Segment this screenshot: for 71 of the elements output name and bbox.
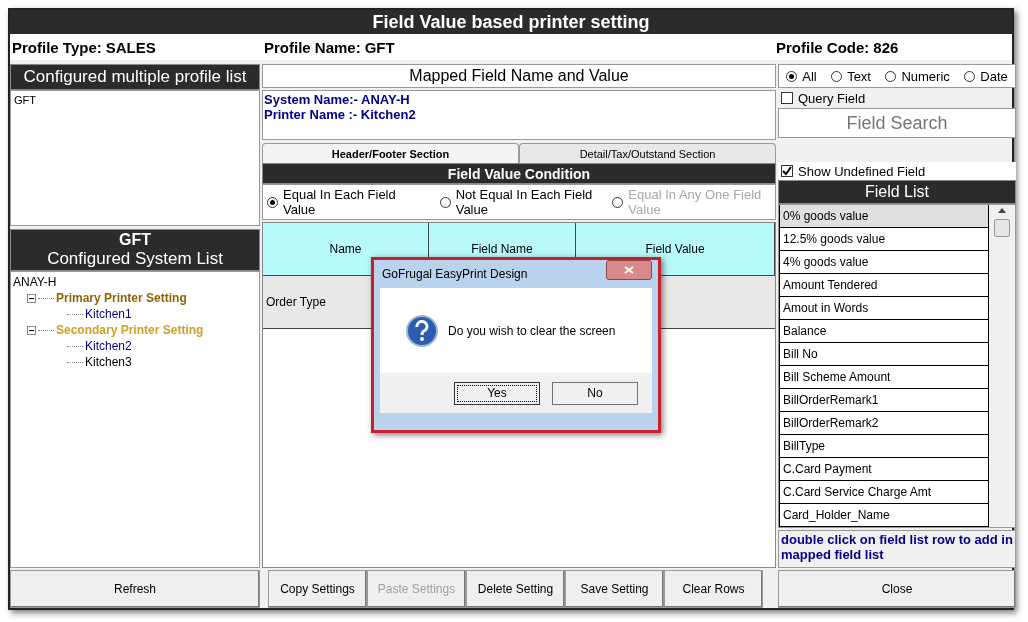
condition-radio[interactable]: Not Equal In Each Field Value [439, 187, 599, 217]
field-list-item[interactable]: BillOrderRemark1 [779, 389, 989, 412]
check-icon [782, 166, 792, 176]
profile-name-value: GFT [364, 38, 395, 56]
field-list-item[interactable]: C.Card Payment [779, 458, 989, 481]
close-button[interactable] [606, 260, 652, 280]
field-list-item[interactable]: C.Card Service Charge Amt [779, 481, 989, 504]
field-list-item[interactable]: Bill No [779, 343, 989, 366]
scroll-up-icon[interactable] [998, 208, 1006, 213]
section-header: Configured multiple profile list [10, 64, 260, 90]
question-icon [406, 314, 438, 347]
show-undefined-checkbox[interactable]: Show Undefined Field [778, 162, 1016, 180]
field-list-item[interactable]: Bill Scheme Amount [779, 366, 989, 389]
header-text: GFT [119, 231, 151, 249]
table-cell-text: Order Type [265, 295, 327, 309]
info-text: Printer Name :- Kitchen2 [264, 107, 417, 122]
field-list-item[interactable]: Balance [779, 320, 989, 343]
tree-item[interactable]: Primary Printer Setting [56, 291, 187, 305]
filter-radio[interactable]: All [786, 68, 817, 84]
filter-radio[interactable]: Text [831, 68, 871, 84]
radio-icon[interactable] [267, 196, 278, 208]
collapse-icon[interactable] [27, 293, 36, 303]
action-button[interactable]: Delete Setting [466, 570, 565, 608]
field-list-item[interactable]: Card_Holder_Name [779, 504, 989, 527]
section-header: Mapped Field Name and Value [262, 64, 776, 88]
profile-name-label: Profile Name: [264, 38, 361, 56]
tree-item[interactable]: Kitchen2 [85, 339, 132, 353]
radio-icon[interactable] [439, 196, 451, 208]
info-text: System Name:- ANAY-H [264, 92, 411, 107]
section-tab[interactable]: Header/Footer Section [262, 143, 519, 163]
header-text: Configured System List [47, 249, 223, 269]
action-button[interactable]: Clear Rows [664, 570, 763, 608]
field-list-item[interactable]: 0% goods value [779, 205, 989, 228]
dialog-button[interactable]: No [552, 381, 638, 405]
field-list-item[interactable]: Amount Tendered [779, 274, 989, 297]
field-list-item[interactable]: 12.5% goods value [779, 228, 989, 251]
window-title: Field Value based printer setting [10, 10, 1012, 34]
field-list-item[interactable]: Amout in Words [779, 297, 989, 320]
field-list-item[interactable]: BillType [779, 435, 989, 458]
action-button[interactable]: Save Setting [565, 570, 664, 608]
radio-icon[interactable] [964, 70, 976, 82]
close-icon [624, 266, 634, 274]
field-list-item[interactable]: BillOrderRemark2 [779, 412, 989, 435]
hint-text: double click on field list row to add in mapped field list [778, 530, 1016, 568]
dialog-message: Do you wish to clear the screen [448, 323, 616, 338]
close-button[interactable]: Close [778, 570, 1016, 608]
radio-icon[interactable] [831, 70, 843, 82]
profile-type-label: Profile Type: [12, 38, 102, 56]
profile-type-value: SALES [105, 38, 156, 56]
profile-code-label: Profile Code: [776, 38, 870, 56]
tree-item[interactable]: ANAY-H [13, 275, 57, 289]
profile-code-value: 826 [873, 38, 899, 56]
field-list-item[interactable]: 4% goods value [779, 251, 989, 274]
filter-radio[interactable]: Date [964, 68, 1008, 84]
scroll-thumb[interactable] [994, 219, 1010, 237]
list-item[interactable]: GFT [14, 94, 256, 106]
radio-icon[interactable] [786, 70, 798, 82]
condition-radio[interactable]: Equal In Each Field Value [267, 187, 426, 217]
query-field-checkbox[interactable]: Query Field [778, 88, 1016, 108]
collapse-icon[interactable] [27, 325, 36, 335]
section-header: Field List [778, 180, 1016, 204]
tree-item[interactable]: Kitchen3 [85, 355, 132, 369]
tree-item[interactable]: Kitchen1 [85, 307, 132, 321]
dialog-button[interactable]: Yes [454, 381, 540, 405]
search-field[interactable]: Field Search [778, 108, 1016, 138]
radio-icon[interactable] [885, 70, 897, 82]
section-tab[interactable]: Detail/Tax/Outstand Section [519, 143, 776, 163]
action-button[interactable]: Copy Settings [268, 570, 367, 608]
refresh-button[interactable]: Refresh [10, 570, 260, 608]
filter-radio[interactable]: Numeric [885, 68, 950, 84]
section-header: Field Value Condition [262, 163, 776, 184]
